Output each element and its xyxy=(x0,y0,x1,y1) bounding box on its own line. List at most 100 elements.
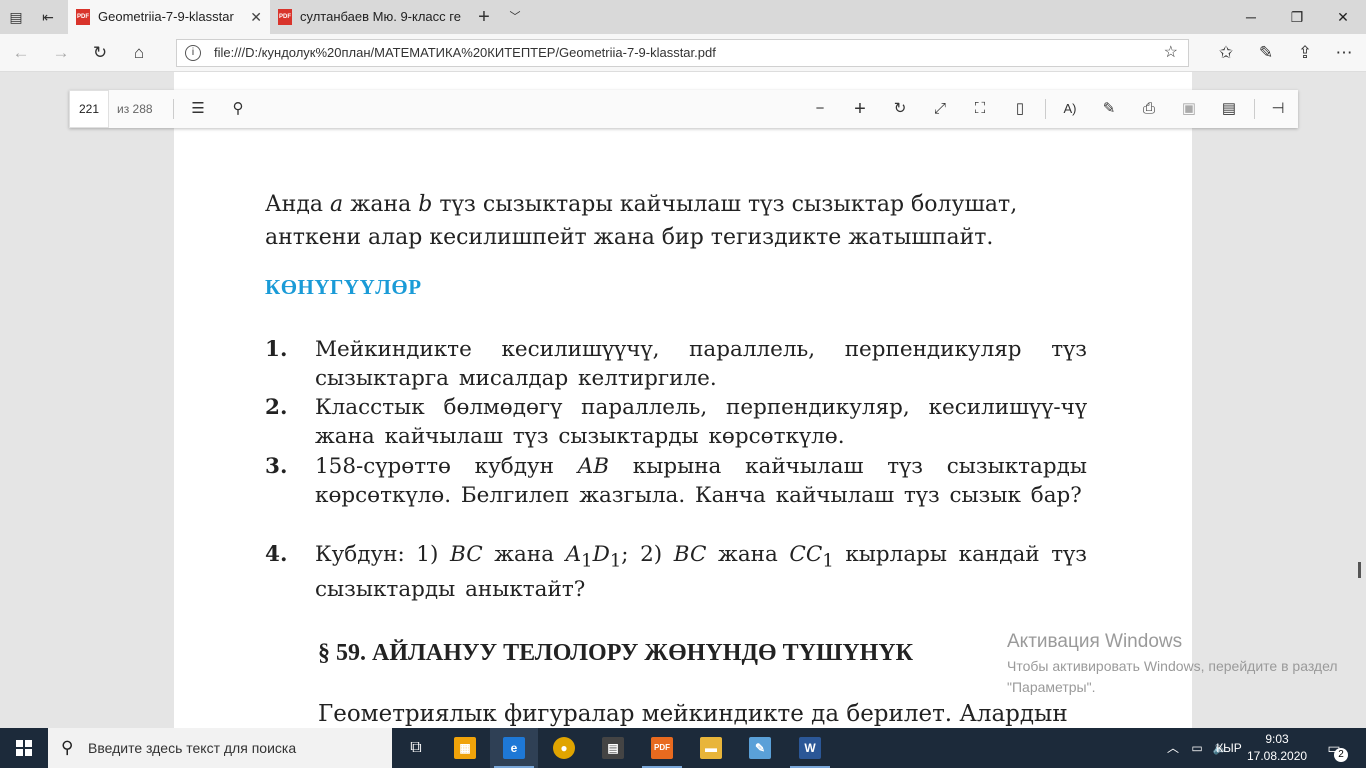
plus-icon[interactable]: + xyxy=(474,7,494,27)
activation-title: Активация Windows xyxy=(1007,631,1183,652)
variable: b xyxy=(418,192,433,217)
edge-icon: e xyxy=(503,737,525,759)
task-view-icon: ⧉ xyxy=(410,739,422,756)
variable: BC xyxy=(450,542,483,567)
pdf-app[interactable]: PDF xyxy=(638,728,686,768)
calculator-icon: ▤ xyxy=(602,737,624,759)
word-icon: W xyxy=(799,737,821,759)
contents-icon[interactable]: ☰ xyxy=(188,99,208,119)
subscript: 1 xyxy=(581,550,593,572)
activation-text: Чтобы активировать Windows, перейдите в … xyxy=(1007,658,1338,695)
paint-icon: ✎ xyxy=(749,737,771,759)
back-icon[interactable]: ← xyxy=(10,42,32,64)
variable: D xyxy=(592,542,610,567)
page-count: из 288 xyxy=(117,102,153,116)
info-icon[interactable]: i xyxy=(185,45,201,61)
pin-toolbar-icon[interactable]: ⊣ xyxy=(1268,99,1288,119)
edge-app[interactable]: e xyxy=(490,728,538,768)
exercise-number: 3. xyxy=(265,454,288,479)
page-number-input[interactable]: 221 xyxy=(69,90,109,128)
tab-title: Geometriia-7-9-klasstar xyxy=(98,9,234,24)
search-icon: ⚲ xyxy=(61,738,74,757)
exercise-number: 4. xyxy=(265,542,288,567)
clock[interactable]: 9:03 17.08.2020 xyxy=(1247,731,1307,765)
url-field[interactable]: i file:///D:/кундолук%20план/МАТЕМАТИКА%… xyxy=(176,39,1189,67)
tab-sultanbaev[interactable]: PDF султанбаев Мю. 9-класс ге xyxy=(270,0,470,34)
refresh-icon[interactable]: ↻ xyxy=(89,42,111,64)
task-view-button[interactable]: ⧉ xyxy=(392,728,440,768)
store-app[interactable]: ▦ xyxy=(441,728,489,768)
favorite-star-icon[interactable]: ☆ xyxy=(1164,40,1178,66)
zoom-out-icon[interactable]: − xyxy=(810,99,830,119)
read-aloud-icon[interactable]: A) xyxy=(1060,99,1080,119)
tab-actions-icon[interactable]: ▤ xyxy=(6,7,26,27)
forward-icon[interactable]: → xyxy=(50,42,72,64)
chevron-down-icon[interactable]: ﹀ xyxy=(505,7,525,27)
save-as-icon[interactable]: ▤ xyxy=(1219,99,1239,119)
variable: CC xyxy=(789,542,823,567)
start-button[interactable] xyxy=(0,728,48,768)
notification-center-icon[interactable]: ▭ 2 xyxy=(1322,736,1348,762)
paint-app[interactable]: ✎ xyxy=(736,728,784,768)
divider xyxy=(1045,99,1046,119)
pdf-icon: PDF xyxy=(278,9,292,25)
search-icon[interactable]: ⚲ xyxy=(228,99,248,119)
paragraph-line-1: Анда a жана b түз сызыктары кайчылаш түз… xyxy=(265,188,1095,221)
print-icon[interactable]: ⎙ xyxy=(1139,99,1159,119)
close-tab-icon[interactable]: ✕ xyxy=(250,0,262,34)
pdf-icon: PDF xyxy=(76,9,90,25)
home-icon[interactable]: ⌂ xyxy=(128,42,150,64)
fit-to-page-icon[interactable]: ⤢ xyxy=(930,99,950,119)
minimize-button[interactable]: ─ xyxy=(1228,0,1274,34)
chrome-app[interactable]: ● xyxy=(540,728,588,768)
text: 158-сүрөттө кубдун xyxy=(315,454,578,479)
page-view-icon[interactable]: ▯ xyxy=(1010,99,1030,119)
set-aside-tabs-icon[interactable]: ⇤ xyxy=(38,7,58,27)
notification-count: 2 xyxy=(1334,748,1348,762)
exercise-text: Класстык бөлмөдөгү параллель, перпендику… xyxy=(315,395,1087,449)
subscript: 1 xyxy=(609,550,622,572)
zoom-in-icon[interactable]: + xyxy=(850,99,870,119)
url-text[interactable]: file:///D:/кундолук%20план/МАТЕМАТИКА%20… xyxy=(214,40,716,66)
show-hidden-icons-icon[interactable]: ︿ xyxy=(1162,728,1184,768)
section-title: § 59. АЙЛАНУУ ТЕЛОЛОРУ ЖӨНҮНДӨ ТҮШҮНҮК xyxy=(318,640,914,666)
share-icon[interactable]: ⇪ xyxy=(1294,42,1316,64)
text: жана xyxy=(706,542,790,567)
word-app[interactable]: W xyxy=(786,728,834,768)
variable: a xyxy=(329,192,344,217)
exercise-number: 1. xyxy=(265,337,288,362)
search-placeholder: Введите здесь текст для поиска xyxy=(88,740,297,756)
tab-bar: ▤ ⇤ PDF Geometriia-7-9-klasstar ✕ PDF су… xyxy=(0,0,1366,34)
taskbar-search[interactable]: ⚲ Введите здесь текст для поиска xyxy=(48,728,392,768)
draw-icon[interactable]: ✎ xyxy=(1099,99,1119,119)
tab-title: султанбаев Мю. 9-класс ге xyxy=(300,9,461,24)
store-icon: ▦ xyxy=(454,737,476,759)
rotate-icon[interactable]: ↻ xyxy=(890,99,910,119)
file-explorer-app[interactable]: ▬ xyxy=(687,728,735,768)
variable: A xyxy=(565,542,582,567)
save-icon[interactable]: ▣ xyxy=(1179,99,1199,119)
exercise-text: Кубдун: 1) BC жана A1D1; 2) BC жана CC1 … xyxy=(315,540,1087,604)
restore-button[interactable]: ❐ xyxy=(1274,0,1320,34)
calculator-app[interactable]: ▤ xyxy=(589,728,637,768)
fullscreen-icon[interactable]: ⛶ xyxy=(970,99,990,119)
more-icon[interactable]: ⋯ xyxy=(1333,42,1355,64)
tab-geometriia[interactable]: PDF Geometriia-7-9-klasstar ✕ xyxy=(68,0,270,34)
language-indicator[interactable]: КЫР xyxy=(1214,728,1244,768)
network-icon[interactable]: ▭ xyxy=(1186,728,1208,768)
notes-pen-icon[interactable]: ✎ xyxy=(1255,42,1277,64)
paragraph-line-2: анткени алар кесилишпейт жана бир тегизд… xyxy=(265,225,994,250)
text: Кубдун: 1) xyxy=(315,542,450,567)
address-bar: ← → ↻ ⌂ i file:///D:/кундолук%20план/МАТ… xyxy=(0,34,1366,72)
folder-icon: ▬ xyxy=(700,737,722,759)
subscript: 1 xyxy=(822,550,834,572)
text: жана xyxy=(343,192,419,217)
section-intro: Геометриялык фигуралар мейкиндикте да бе… xyxy=(318,701,1068,727)
scrollbar-indicator[interactable] xyxy=(1358,562,1361,578)
variable: AB xyxy=(577,454,610,479)
text: ; 2) xyxy=(621,542,674,567)
text: Анда xyxy=(265,192,330,217)
pdf-toolbar: 221 из 288 ☰ ⚲ − + ↻ ⤢ ⛶ ▯ A) ✎ ⎙ ▣ ▤ ⊣ xyxy=(69,90,1298,128)
favorites-icon[interactable]: ✩ xyxy=(1215,42,1237,64)
close-window-button[interactable]: ✕ xyxy=(1320,0,1366,34)
